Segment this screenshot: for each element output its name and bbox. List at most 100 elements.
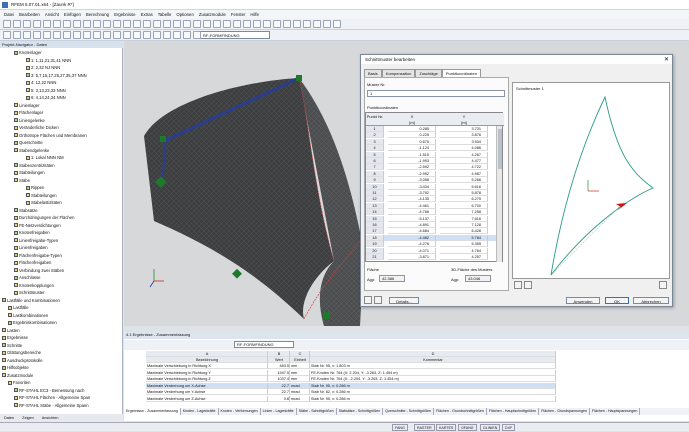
toolbar-button[interactable] [73, 20, 81, 28]
tree-item[interactable]: Linienfreigabe-Typen [14, 237, 58, 244]
results-tab[interactable]: Linien - Lagerkräfte [261, 408, 297, 415]
toolbar-button[interactable] [243, 20, 251, 28]
tree-item[interactable]: Linienfreigaben [14, 244, 48, 251]
results-tab[interactable]: Stabsätze - Schnittgrößen [337, 408, 384, 415]
toolbar-button[interactable] [73, 31, 81, 39]
tree-item[interactable]: 6: 4,14,24,34 NNN [26, 94, 66, 101]
toolbar-button[interactable] [103, 31, 111, 39]
tab-kompensation[interactable]: Kompensation [381, 69, 416, 77]
toolbar-button[interactable] [303, 20, 311, 28]
tree-item[interactable]: 3: 5,7,15,17,25,27,35,37 NNN [26, 72, 87, 79]
scrollbar-thumb[interactable] [498, 129, 502, 169]
status-toggle[interactable]: GLINIEN [480, 424, 501, 431]
cancel-button[interactable]: Abbrechen [633, 297, 669, 304]
tree-item[interactable]: Lastfälle und Kombinationen [2, 297, 60, 304]
results-cell[interactable]: FE-Knoten Nr. 764 (X: 2.204, Y: -3.263, … [310, 369, 556, 376]
toolbar-button[interactable] [183, 20, 191, 28]
menu-item[interactable]: Zusatzmodule [199, 12, 226, 17]
results-tab[interactable]: Flächen - Hauptschnittgrößen [487, 408, 540, 415]
menu-item[interactable]: Bearbeiten [19, 12, 40, 17]
menu-item[interactable]: Datei [4, 12, 14, 17]
tree-item[interactable]: Knotenkopplungen [14, 282, 54, 289]
toolbar-button[interactable] [33, 20, 41, 28]
coords-row[interactable]: 9 -3.058 5.266 [366, 177, 496, 184]
tree-item[interactable]: Ergebniskombinationen [8, 319, 57, 326]
table-scrollbar[interactable] [496, 126, 502, 262]
coords-row[interactable]: 16 -4.891 7.128 [366, 222, 496, 228]
toolbar-button[interactable] [133, 31, 141, 39]
coords-row[interactable]: 18 -4.482 5.784 [366, 234, 496, 241]
tree-item[interactable]: FE-Netzverdichtungen [14, 222, 61, 229]
toolbar-button[interactable] [193, 20, 201, 28]
tab-basis[interactable]: Basis [364, 69, 382, 77]
results-cell[interactable]: Maximale Verdrehung um X-Achse [146, 382, 268, 389]
status-toggle[interactable]: KARTES [436, 424, 457, 431]
toolbar-button[interactable] [23, 20, 31, 28]
tree-item[interactable]: RF-STAHL Flächen - Allgemeine Span [14, 394, 90, 401]
coords-row[interactable]: 1 0.285 3.731 [366, 126, 496, 132]
menu-item[interactable]: Ergebnisse [114, 12, 136, 17]
results-cell[interactable]: Maximale Verschiebung in Richtung Z [146, 376, 268, 382]
menu-item[interactable]: Extras [141, 12, 153, 17]
toolbar-button[interactable] [273, 20, 281, 28]
zoom-icon[interactable] [514, 281, 522, 289]
details-button[interactable]: Details... [389, 297, 419, 304]
coords-row[interactable]: 11 -3.792 5.878 [366, 190, 496, 196]
tree-item[interactable]: Knotenfreigaben [14, 229, 50, 236]
help-icon[interactable] [364, 296, 372, 304]
toolbar-button[interactable] [53, 20, 61, 28]
status-toggle[interactable]: FANG [392, 424, 408, 431]
settings-icon[interactable] [374, 296, 382, 304]
menu-item[interactable]: Tabelle [158, 12, 172, 17]
results-cell[interactable]: mm [290, 369, 310, 376]
menu-item[interactable]: Fenster [231, 12, 246, 17]
results-tab[interactable]: Knoten - Lagerkräfte [181, 408, 219, 415]
tree-item[interactable]: Durchdringungen der Flächen [14, 214, 74, 221]
toolbar-button[interactable] [123, 31, 131, 39]
results-cell[interactable]: Stab Nr. 95, x: 0.286 m [310, 382, 556, 389]
navigator-tab[interactable]: Zeigen [18, 414, 38, 422]
toolbar-button[interactable] [313, 20, 321, 28]
toolbar-button[interactable] [23, 31, 31, 39]
results-cell[interactable]: Maximale Verdrehung um Z-Achse [146, 395, 268, 402]
toolbar-button[interactable] [153, 20, 161, 28]
tree-item[interactable]: Stabsätze [14, 207, 38, 214]
coords-row[interactable]: 20 -4.071 4.764 [366, 247, 496, 254]
results-tab[interactable]: Flächen - Grundspannungen [539, 408, 590, 415]
toolbar-button[interactable] [173, 20, 181, 28]
toolbar-button[interactable] [3, 20, 11, 28]
tab-punktkoordinaten[interactable]: Punktkoordinaten [441, 69, 481, 77]
results-tab[interactable]: Knoten - Verformungen [219, 408, 261, 415]
coords-row[interactable]: 10 -3.434 5.616 [366, 183, 496, 190]
results-cell[interactable]: 1947.5 [268, 369, 290, 376]
tree-item[interactable]: RF-STAHL EC3 - Bemessung nach [14, 387, 84, 394]
tree-item[interactable]: Stabelastizitäten [26, 199, 62, 206]
coords-row[interactable]: 5 -1.515 4.267 [366, 151, 496, 158]
coords-row[interactable]: 3 0.675 3.934 [366, 138, 496, 145]
tree-item[interactable]: Lasten [2, 327, 20, 334]
results-cell[interactable]: 22.7 [268, 389, 290, 395]
results-cell[interactable]: 1037.4 [268, 376, 290, 382]
toolbar-button[interactable] [3, 31, 11, 39]
navigator-tab[interactable]: Ansichten [38, 414, 63, 422]
results-cell[interactable]: Maximale Verdrehung um Y-Achse [146, 389, 268, 395]
results-tab[interactable]: Flächen - Hauptspannungen [590, 408, 641, 415]
status-toggle[interactable]: DXF [502, 424, 516, 431]
toolbar-button[interactable] [63, 20, 71, 28]
toolbar-button[interactable] [183, 31, 191, 39]
results-tab[interactable]: Stäbe - Schnittgrößen [297, 408, 337, 415]
toolbar-button[interactable] [93, 20, 101, 28]
tree-item[interactable]: Liniengelenke [14, 117, 45, 124]
results-cell[interactable]: mrad [290, 395, 310, 402]
toolbar-button[interactable] [33, 31, 41, 39]
toolbar-button[interactable] [193, 31, 201, 39]
toolbar-button[interactable] [113, 31, 121, 39]
results-cell[interactable]: mrad [290, 389, 310, 395]
tree-item[interactable]: 1: Lokal NNN NM [26, 154, 64, 161]
tree-item[interactable]: Flächenfreigaben [14, 259, 51, 266]
toolbar-button[interactable] [333, 20, 341, 28]
toolbar-button[interactable] [133, 20, 141, 28]
coords-row[interactable]: 21 -3.871 4.257 [366, 254, 496, 260]
tree-item[interactable]: Schnitte [2, 342, 22, 349]
tree-item[interactable]: Lastfälle [8, 304, 29, 311]
